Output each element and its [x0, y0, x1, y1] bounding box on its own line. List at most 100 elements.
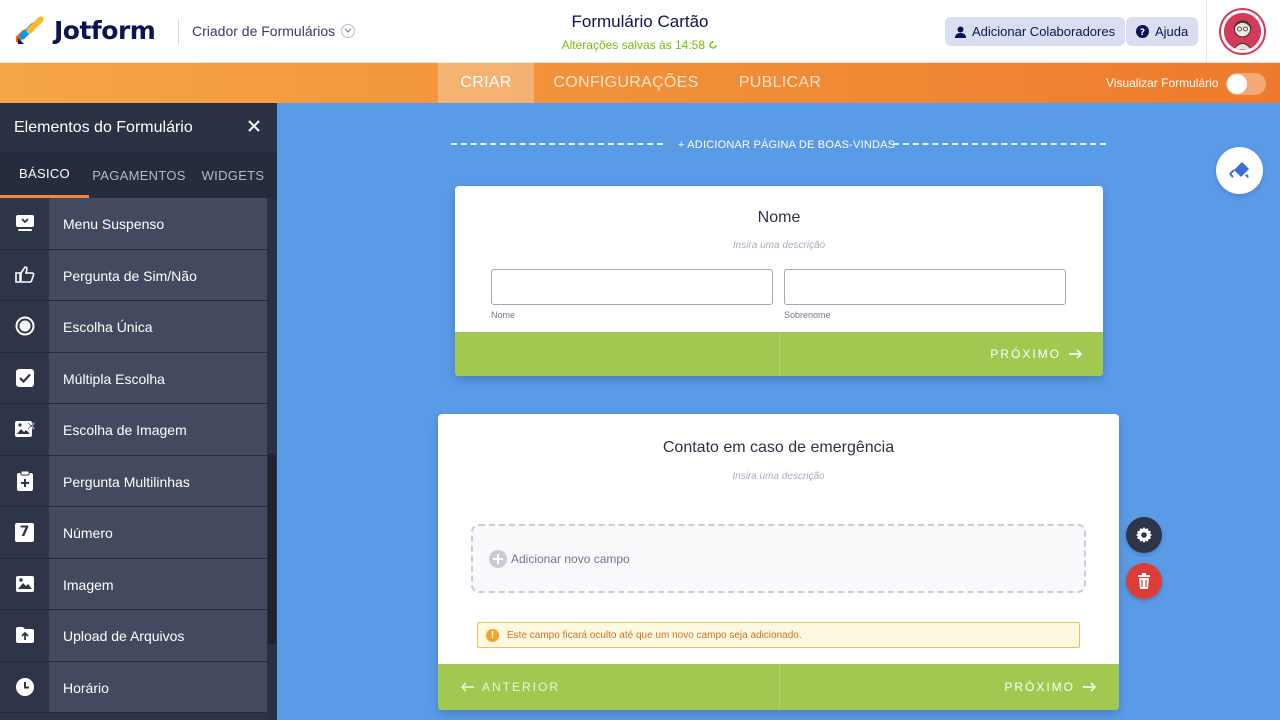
sidebar-icon-box: 7: [0, 507, 49, 558]
previous-label: ANTERIOR: [482, 680, 561, 694]
tab-widgets[interactable]: WIDGETS: [189, 152, 277, 198]
user-icon: [955, 26, 966, 38]
next-button[interactable]: PRÓXIMO: [1004, 664, 1097, 710]
footer-divider: [779, 332, 780, 376]
footer-divider: [778, 664, 780, 710]
scrollbar-thumb[interactable]: [268, 454, 276, 644]
sidebar-tabs: BÁSICO PAGAMENTOS WIDGETS: [0, 152, 277, 198]
tab-configuracoes[interactable]: CONFIGURAÇÕES: [546, 63, 706, 103]
user-avatar-icon: [1224, 13, 1261, 50]
sidebar-item-menu-suspenso[interactable]: Menu Suspenso: [0, 198, 267, 250]
card-footer: PRÓXIMO: [455, 332, 1103, 376]
dropdown-icon: [15, 215, 34, 232]
main-nav: CRIAR CONFIGURAÇÕES PUBLICAR Visualizar …: [0, 63, 1280, 103]
sidebar-item-label: Upload de Arquivos: [63, 628, 185, 644]
clock-icon: [15, 677, 34, 696]
upload-icon: [15, 627, 34, 644]
form-designer-button[interactable]: [1216, 147, 1263, 194]
sidebar-item-imagem[interactable]: Imagem: [0, 558, 267, 610]
trash-icon: [1138, 573, 1150, 589]
card-settings-button[interactable]: [1126, 517, 1162, 553]
form-card-emergency-contact[interactable]: Contato em caso de emergência Insira uma…: [438, 414, 1119, 710]
sidebar-item-label: Escolha de Imagem: [63, 422, 187, 438]
card-title[interactable]: Contato em caso de emergência: [438, 439, 1119, 457]
gear-icon: [1136, 527, 1152, 543]
tab-criar[interactable]: CRIAR: [438, 63, 534, 103]
sidebar-item-numero[interactable]: 7 Número: [0, 507, 267, 559]
sidebar-item-horario[interactable]: Horário: [0, 661, 267, 713]
add-field-label: Adicionar novo campo: [511, 552, 630, 566]
add-collaborators-button[interactable]: Adicionar Colaboradores: [945, 17, 1126, 46]
paint-roller-icon: [1229, 161, 1249, 178]
add-field-button[interactable]: Adicionar novo campo: [489, 550, 630, 568]
preview-form-toggle[interactable]: [1226, 73, 1266, 95]
sidebar-icon-box: [0, 610, 49, 661]
arrow-right-icon: [1069, 349, 1083, 359]
arrow-right-icon: [1083, 682, 1097, 692]
image-icon: [15, 575, 34, 592]
saved-status-text: Alterações salvas às 14:58: [561, 38, 706, 52]
delete-card-button[interactable]: [1126, 563, 1162, 599]
next-label: PRÓXIMO: [1004, 680, 1075, 694]
next-button[interactable]: PRÓXIMO: [990, 332, 1083, 376]
sidebar-icon-box: [0, 301, 49, 352]
add-collaborators-label: Adicionar Colaboradores: [972, 24, 1116, 39]
form-elements-sidebar: Elementos do Formulário BÁSICO PAGAMENTO…: [0, 103, 277, 720]
help-icon: ?: [1136, 25, 1149, 38]
sidebar-scrollbar[interactable]: [267, 198, 277, 720]
sidebar-item-escolha-unica[interactable]: Escolha Única: [0, 301, 267, 353]
sidebar-item-label: Menu Suspenso: [63, 216, 165, 232]
next-label: PRÓXIMO: [990, 347, 1061, 361]
card-description[interactable]: Insira uma descrição: [438, 471, 1119, 482]
sidebar-icon-box: [0, 661, 49, 712]
sidebar-item-multipla-escolha[interactable]: Múltipla Escolha: [0, 352, 267, 404]
form-card-name[interactable]: Nome Insira uma descrição Nome Sobrenome…: [455, 186, 1103, 376]
close-icon[interactable]: [246, 118, 262, 134]
sidebar-item-multilinhas[interactable]: Pergunta Multilinhas: [0, 455, 267, 507]
avatar-container: [1206, 0, 1280, 63]
preview-form-label: Visualizar Formulário: [1106, 76, 1219, 90]
help-button[interactable]: ? Ajuda: [1126, 17, 1199, 46]
last-name-sublabel: Sobrenome: [784, 310, 831, 320]
sidebar-element-list: Menu Suspenso Pergunta de Sim/Não Escolh…: [0, 198, 267, 713]
sidebar-item-sim-nao[interactable]: Pergunta de Sim/Não: [0, 249, 267, 301]
avatar[interactable]: [1221, 10, 1264, 53]
sidebar-item-label: Pergunta de Sim/Não: [63, 267, 197, 284]
tab-pagamentos[interactable]: PAGAMENTOS: [89, 152, 189, 198]
card-title[interactable]: Nome: [455, 209, 1103, 227]
toggle-knob: [1227, 74, 1247, 94]
sidebar-icon-box: [0, 558, 49, 609]
sidebar-item-label: Número: [63, 525, 113, 541]
image-choice-icon: [14, 421, 35, 438]
svg-text:?: ?: [1140, 28, 1145, 38]
plus-icon: [489, 550, 507, 568]
last-name-input[interactable]: [784, 269, 1066, 305]
thumbs-icon: [14, 265, 34, 283]
sidebar-item-label: Imagem: [63, 576, 114, 593]
card-footer: ANTERIOR PRÓXIMO: [438, 664, 1119, 710]
clipboard-icon: [16, 470, 33, 491]
tab-publicar[interactable]: PUBLICAR: [730, 63, 830, 103]
sidebar-icon-box: [0, 198, 49, 249]
sidebar-item-label: Escolha Única: [63, 319, 153, 335]
divider-line-right: [893, 143, 1106, 145]
previous-button[interactable]: ANTERIOR: [460, 664, 560, 710]
tab-basico[interactable]: BÁSICO: [0, 152, 89, 198]
first-name-sublabel: Nome: [491, 310, 516, 320]
sidebar-item-label: Pergunta Multilinhas: [63, 473, 190, 490]
warning-text: Este campo ficará oculto até que um novo…: [507, 629, 802, 641]
divider-line-left: [451, 143, 663, 145]
sidebar-icon-box: [0, 352, 49, 403]
radio-icon: [15, 316, 34, 336]
add-welcome-page-link[interactable]: + ADICIONAR PÁGINA DE BOAS-VINDAS: [678, 139, 895, 151]
sidebar-item-upload-arquivos[interactable]: Upload de Arquivos: [0, 610, 267, 662]
sidebar-item-escolha-imagem[interactable]: Escolha de Imagem: [0, 404, 267, 456]
sidebar-header: Elementos do Formulário: [0, 103, 277, 152]
first-name-input[interactable]: [491, 269, 773, 305]
warning-icon: !: [486, 628, 499, 642]
card-description[interactable]: Insira uma descrição: [455, 240, 1103, 251]
refresh-icon: [709, 40, 718, 49]
add-new-field-dropzone[interactable]: Adicionar novo campo: [471, 524, 1086, 593]
help-label: Ajuda: [1155, 24, 1189, 39]
sidebar-item-label: Múltipla Escolha: [63, 370, 165, 387]
